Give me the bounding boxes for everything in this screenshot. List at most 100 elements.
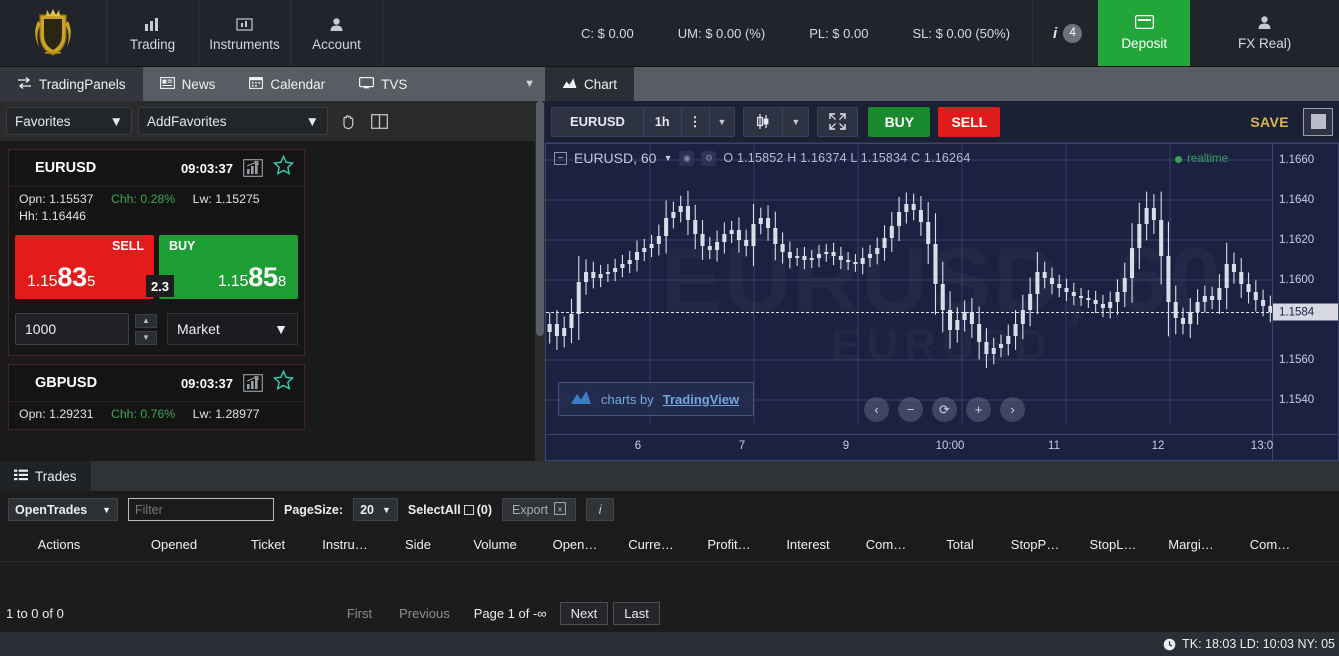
minus-box-icon[interactable]: −	[554, 151, 567, 165]
tradingview-prefix: charts by	[601, 391, 654, 407]
pagesize-select[interactable]: 20 ▼	[353, 498, 398, 521]
table-column-header[interactable]: Open…	[538, 537, 612, 552]
instrument-change: Chh: 0.76%	[110, 407, 176, 421]
chart-canvas[interactable]: EURUSD, 60 EURUSD − EURUSD, 60 ▼ ◉ ⚙ O 1…	[545, 143, 1339, 461]
table-column-header[interactable]: Ticket	[230, 537, 306, 552]
selectall-checkbox[interactable]	[463, 504, 474, 515]
chart-zoom-out-button[interactable]: −	[898, 397, 923, 422]
pager-previous-button[interactable]: Previous	[388, 602, 461, 625]
time-axis[interactable]: 6 7 9 10:00 11 12 13:0	[546, 434, 1338, 460]
price-axis[interactable]: 1.1660 1.1640 1.1620 1.1600 1.1560 1.1540 1.15…	[1272, 144, 1338, 460]
deposit-button[interactable]: Deposit	[1098, 0, 1191, 66]
pager-first-button[interactable]: First	[336, 602, 383, 625]
mini-chart-icon[interactable]	[243, 374, 263, 392]
add-favorites-select[interactable]: AddFavorites ▼	[138, 107, 328, 135]
favorites-toolbar: Favorites ▼ AddFavorites ▼	[0, 101, 545, 141]
pager-next-button[interactable]: Next	[559, 602, 609, 625]
nav-trading[interactable]: Trading	[107, 0, 199, 66]
table-column-header[interactable]: Opened	[118, 537, 230, 552]
export-button[interactable]: Export x	[501, 498, 577, 521]
chart-reset-button[interactable]: ⟳	[932, 397, 957, 422]
style-chevron-down-icon[interactable]: ▼	[783, 108, 808, 136]
trades-info-button[interactable]: i	[586, 498, 615, 521]
table-column-header[interactable]: Curre…	[612, 537, 690, 552]
chart-scroll-right-button[interactable]: ›	[1000, 397, 1025, 422]
table-column-header[interactable]: Com…	[848, 537, 924, 552]
tab-calendar[interactable]: Calendar	[232, 67, 342, 101]
quantity-input[interactable]	[15, 313, 129, 345]
chart-buy-button[interactable]: BUY	[868, 106, 931, 137]
tab-trades[interactable]: Trades	[0, 461, 91, 491]
tab-chart[interactable]: Chart	[545, 67, 635, 101]
tab-news[interactable]: News	[143, 67, 233, 101]
chart-toolbar: EURUSD 1h ⋮ ▼ ▼ BUY SELL SAVE	[545, 101, 1339, 143]
color-swatch-button[interactable]	[1303, 107, 1333, 136]
legend-chevron-down-icon[interactable]: ▼	[663, 153, 672, 163]
tab-tradingpanels[interactable]: TradingPanels	[0, 67, 143, 101]
sell-price: 1.15835	[27, 262, 96, 292]
pager-page-label: Page 1 of -∞	[473, 606, 547, 621]
tradingview-link[interactable]: TradingView	[663, 392, 739, 407]
chart-zoom-in-button[interactable]: +	[966, 397, 991, 422]
gear-icon[interactable]: ⚙	[701, 150, 717, 166]
star-icon[interactable]	[272, 369, 295, 396]
table-column-header[interactable]: Volume	[452, 537, 538, 552]
star-icon[interactable]	[272, 154, 295, 181]
nav-account[interactable]: Account	[291, 0, 383, 66]
order-type-select[interactable]: Market ▼	[167, 313, 298, 345]
table-column-header[interactable]: Actions	[0, 537, 118, 552]
tradingview-badge[interactable]: charts by TradingView	[558, 382, 755, 416]
stepper-up[interactable]: ▲	[135, 313, 157, 328]
scrollbar-thumb[interactable]	[536, 101, 544, 336]
chart-symbol-button[interactable]: EURUSD	[552, 107, 644, 136]
table-column-header[interactable]: Com…	[1230, 537, 1310, 552]
table-column-header[interactable]: StopP…	[996, 537, 1074, 552]
user-icon	[329, 15, 344, 34]
chart-save-button[interactable]: SAVE	[1236, 114, 1303, 130]
instrument-card-gbpusd[interactable]: GBPUSD 09:03:37 Opn: 1.29231 Chh: 0.76% …	[8, 364, 305, 430]
table-column-header[interactable]: Interest	[768, 537, 848, 552]
columns-icon[interactable]	[366, 108, 392, 134]
interval-chevron-down-icon[interactable]: ▼	[710, 108, 735, 136]
instruments-scrollbar[interactable]	[535, 101, 545, 461]
table-column-header[interactable]: Instru…	[306, 537, 384, 552]
nav-instruments[interactable]: Instruments	[199, 0, 291, 66]
selectall-control[interactable]: SelectAll (0)	[408, 503, 492, 517]
chevron-down-icon[interactable]: ▼	[524, 78, 535, 90]
trades-filter-input[interactable]	[128, 498, 274, 521]
account-stats: C: $ 0.00 UM: $ 0.00 (%) PL: $ 0.00 SL: …	[559, 0, 1032, 66]
table-column-header[interactable]: Profit…	[690, 537, 768, 552]
sell-price-button[interactable]: SELL 1.15835	[15, 235, 154, 299]
broker-logo[interactable]	[0, 0, 107, 66]
hand-icon[interactable]	[334, 108, 360, 134]
mini-chart-icon[interactable]	[243, 159, 263, 177]
table-column-header[interactable]: StopL…	[1074, 537, 1152, 552]
instrument-header: EURUSD 09:03:37	[9, 150, 304, 187]
price-buttons-row: SELL 1.15835 BUY 1.15858 2.3	[9, 231, 304, 303]
right-panel-tabs: Chart	[545, 67, 1339, 101]
quantity-stepper[interactable]: ▲ ▼	[135, 313, 157, 345]
pager-last-button[interactable]: Last	[613, 602, 660, 625]
instrument-low: Lw: 1.15275	[192, 192, 260, 206]
realtime-label: realtime	[1187, 153, 1228, 165]
account-menu-button[interactable]: FX Real)	[1190, 0, 1339, 66]
instrument-card-eurusd[interactable]: EURUSD 09:03:37 Opn: 1.15537 Chh: 0.28% …	[8, 149, 305, 356]
favorites-select[interactable]: Favorites ▼	[6, 107, 132, 135]
eye-icon[interactable]: ◉	[679, 150, 695, 166]
x-axis-tick: 10:00	[935, 440, 965, 452]
table-column-header[interactable]: Side	[384, 537, 452, 552]
notifications-button[interactable]: i 4	[1032, 0, 1098, 66]
tab-tvs[interactable]: TVS	[342, 67, 424, 101]
top-header: Trading Instruments Account C: $ 0.00 UM…	[0, 0, 1339, 67]
chart-interval-button[interactable]: 1h	[644, 107, 682, 136]
chart-scroll-left-button[interactable]: ‹	[864, 397, 889, 422]
buy-price-button[interactable]: BUY 1.15858	[159, 235, 298, 299]
trades-view-select[interactable]: OpenTrades ▼	[8, 498, 118, 521]
vertical-dots-icon[interactable]: ⋮	[682, 107, 710, 136]
candlestick-icon[interactable]	[744, 107, 784, 136]
stepper-down[interactable]: ▼	[135, 330, 157, 345]
expand-icon[interactable]	[818, 108, 857, 136]
table-column-header[interactable]: Total	[924, 537, 996, 552]
chart-sell-button[interactable]: SELL	[938, 106, 1001, 137]
table-column-header[interactable]: Margi…	[1152, 537, 1230, 552]
